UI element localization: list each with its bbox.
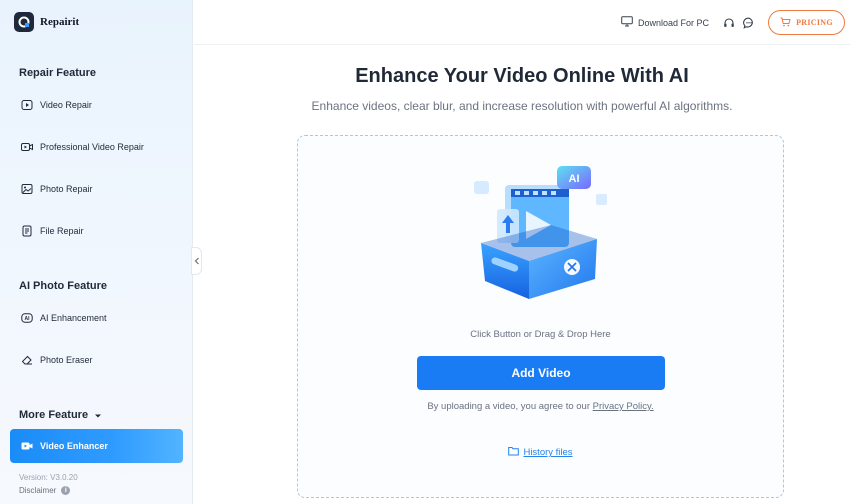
folder-icon — [508, 446, 520, 459]
sidebar-item-photo-repair[interactable]: Photo Repair — [10, 172, 183, 206]
more-feature-label: More Feature — [19, 409, 89, 421]
image-icon — [21, 183, 33, 195]
brand[interactable]: Repairit — [14, 12, 79, 32]
pricing-label: PRICING — [796, 18, 833, 27]
support-headset-icon[interactable] — [723, 16, 735, 34]
sidebar-item-ai-enhancement[interactable]: AI AI Enhancement — [10, 301, 183, 335]
page-subtitle: Enhance videos, clear blur, and increase… — [311, 99, 733, 113]
eraser-icon — [21, 354, 33, 366]
terms-text: By uploading a video, you agree to our — [427, 401, 590, 412]
file-icon — [21, 225, 33, 237]
page-title: Enhance Your Video Online With AI — [355, 65, 689, 87]
video-camera-icon — [21, 440, 33, 452]
repair-section-title: Repair Feature — [19, 67, 97, 79]
chat-icon[interactable] — [743, 16, 755, 34]
add-video-button[interactable]: Add Video — [417, 356, 665, 390]
terms-notice: By uploading a video, you agree to our P… — [297, 401, 784, 412]
download-for-pc-button[interactable]: Download For PC — [621, 16, 709, 29]
sidebar-item-photo-eraser[interactable]: Photo Eraser — [10, 343, 183, 377]
play-icon — [21, 99, 33, 111]
download-label: Download For PC — [637, 17, 709, 28]
info-icon: i — [61, 486, 71, 495]
repairit-logo-icon — [14, 12, 34, 32]
history-files-label: History files — [523, 447, 573, 458]
sidebar-item-video-enhancer[interactable]: Video Enhancer — [10, 429, 183, 463]
drop-hint: Click Button or Drag & Drop Here — [470, 329, 611, 340]
ai-badge-icon: AI — [21, 312, 33, 324]
sidebar-item-label: Video Repair — [40, 100, 92, 110]
brand-name: Repairit — [40, 16, 80, 28]
upload-box-illustration: AI — [471, 163, 611, 303]
sidebar-item-label: Photo Repair — [40, 184, 93, 194]
sidebar-item-label: AI Enhancement — [40, 313, 107, 323]
sidebar-item-professional-video-repair[interactable]: Professional Video Repair — [10, 130, 183, 164]
sidebar-item-file-repair[interactable]: File Repair — [10, 214, 183, 248]
disclaimer-link[interactable]: Disclaimer i — [19, 486, 71, 495]
privacy-policy-link[interactable]: Privacy Policy. — [593, 401, 654, 412]
sidebar-item-label: Video Enhancer — [40, 441, 108, 451]
ai-badge-text: AI — [569, 173, 580, 185]
version-text: Version: V3.0.20 — [19, 473, 78, 482]
svg-text:AI: AI — [25, 316, 31, 322]
pricing-button[interactable]: PRICING — [768, 10, 845, 35]
video-camera-icon — [21, 141, 33, 153]
sidebar-item-label: Photo Eraser — [40, 355, 93, 365]
sidebar-item-label: File Repair — [40, 226, 84, 236]
sidebar: Repairit Repair Feature Video Repair Pro… — [0, 0, 193, 504]
sidebar-collapse-button[interactable] — [191, 247, 202, 275]
monitor-icon — [621, 16, 633, 29]
caret-down-icon — [94, 406, 102, 424]
disclaimer-label: Disclaimer — [19, 486, 57, 495]
chevron-left-icon — [194, 252, 200, 270]
sidebar-item-video-repair[interactable]: Video Repair — [10, 88, 183, 122]
history-files-link[interactable]: History files — [297, 446, 784, 459]
more-feature-toggle[interactable]: More Feature — [19, 406, 102, 424]
cart-icon — [780, 17, 791, 29]
sidebar-item-label: Professional Video Repair — [40, 142, 144, 152]
ai-section-title: AI Photo Feature — [19, 280, 108, 292]
